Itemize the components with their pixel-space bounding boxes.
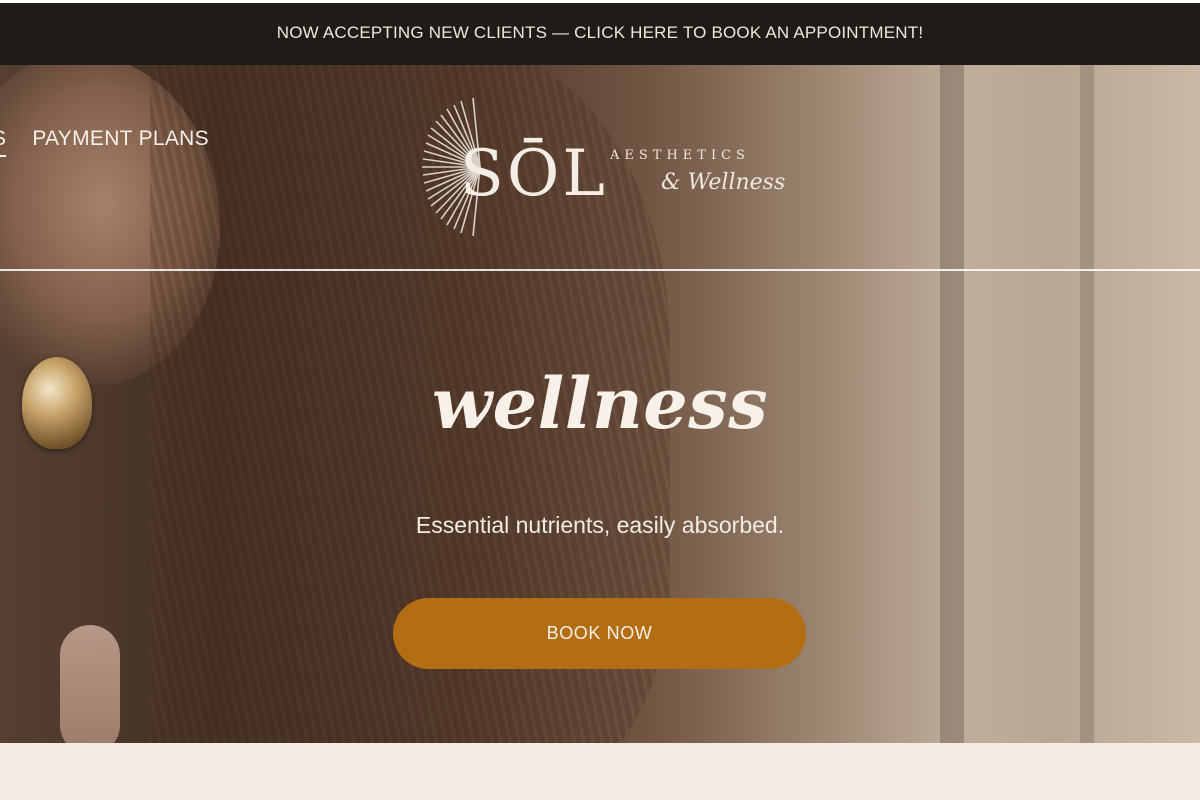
header-divider [0,269,1200,271]
logo-tagline-script: & Wellness [661,170,785,195]
logo-wordmark: SŌL [460,137,608,211]
hero-title: wellness [431,362,769,445]
announcement-bar[interactable]: NOW ACCEPTING NEW CLIENTS — CLICK HERE T… [0,0,1200,65]
announcement-text[interactable]: NOW ACCEPTING NEW CLIENTS — CLICK HERE T… [277,23,924,43]
sun-rays-logo-icon: SŌL AESTHETICS & Wellness [422,97,785,237]
nav-item-truncated[interactable]: S [0,127,7,157]
book-now-button[interactable]: BOOK NOW [393,598,806,669]
nav-item-payment-plans[interactable]: PAYMENT PLANS [32,127,209,157]
main-nav: S PAYMENT PLANS [0,127,235,167]
hero-section: S PAYMENT PLANS [0,65,1200,743]
hero-photo-hand [60,625,120,743]
logo-tagline-top: AESTHETICS [609,148,750,163]
hero-subtitle: Essential nutrients, easily absorbed. [415,512,785,538]
site-logo[interactable]: SŌL AESTHETICS & Wellness [415,97,785,237]
